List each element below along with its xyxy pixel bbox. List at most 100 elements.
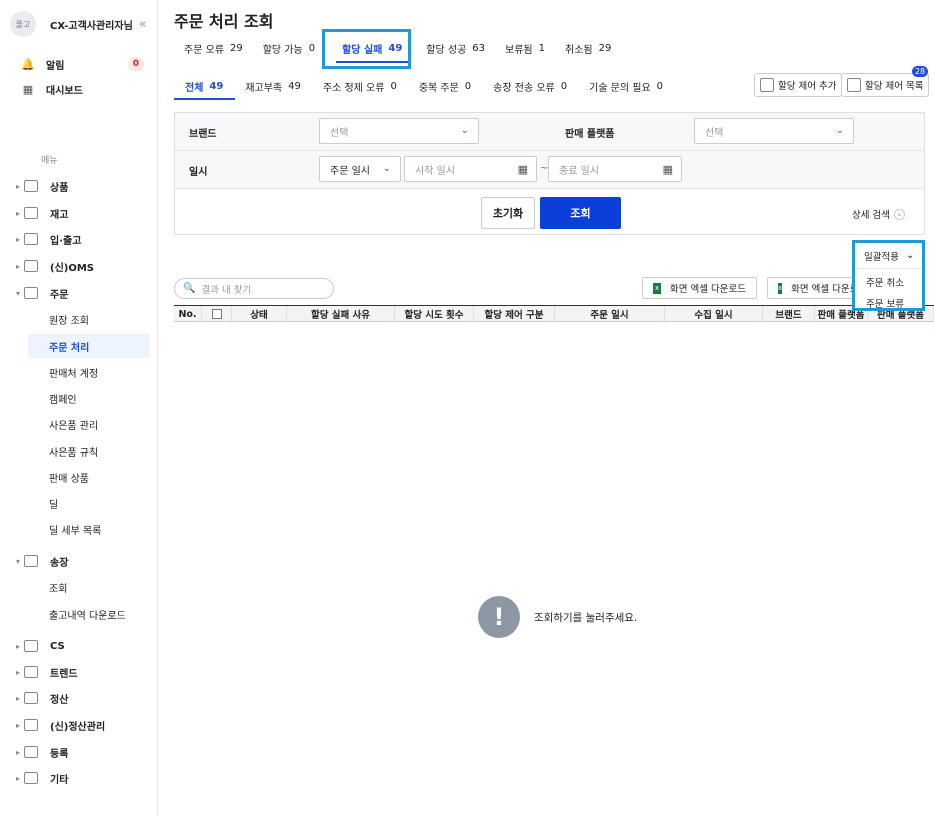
sidebar-item-products[interactable]: ▸ 상품 — [0, 175, 150, 197]
sidebar-subitem-seller-accounts[interactable]: 판매처 계정 — [28, 360, 150, 384]
chevron-down-icon: ⌄ — [893, 208, 905, 220]
tab-order-error[interactable]: 주문 오류 29 — [174, 38, 253, 58]
batch-option-hold-order[interactable]: 주문 보류 — [866, 296, 904, 310]
filter-row-date: 일시 주문 일시 ⌄ 시작 일시 ▦ ~ 종료 일시 ▦ — [175, 151, 924, 189]
sidebar-subitem-gift-management[interactable]: 사은품 관리 — [28, 412, 150, 436]
col-no: No. — [174, 306, 202, 321]
sidebar-subitem-shipment-download[interactable]: 출고내역 다운로드 — [28, 602, 150, 626]
sidebar-subitem-invoice-view[interactable]: 조회 — [28, 575, 150, 599]
subtab-tech-inquiry[interactable]: 기술 문의 필요 0 — [578, 76, 674, 96]
caret-down-icon: ▾ — [15, 288, 20, 298]
tab-on-hold[interactable]: 보류됨 1 — [495, 38, 555, 58]
tab-cancelled[interactable]: 취소됨 29 — [555, 38, 621, 58]
subtab-all[interactable]: 전체 49 — [174, 76, 234, 96]
sidebar-subitem-sales-products[interactable]: 판매 상품 — [28, 465, 150, 489]
subtab-label: 기술 문의 필요 — [589, 82, 651, 94]
col-select-all[interactable] — [202, 306, 232, 321]
user-header: 풀고 CX-고객사관리자님 « — [10, 11, 150, 37]
collapse-icon[interactable]: « — [139, 17, 147, 32]
search-button[interactable]: 조회 — [540, 197, 621, 229]
select-placeholder: 선택 — [705, 127, 724, 139]
subtab-count: 49 — [288, 80, 301, 92]
calendar-icon[interactable]: ▦ — [663, 163, 673, 176]
col-fail-reason: 할당 실패 사유 — [287, 306, 395, 321]
batch-option-cancel-order[interactable]: 주문 취소 — [866, 275, 904, 289]
sidebar-subitem-deal[interactable]: 딜 — [28, 491, 150, 515]
sidebar-item-inbound-outbound[interactable]: ▸ 입·출고 — [0, 228, 150, 250]
gear-icon — [24, 772, 38, 784]
pencil-icon — [24, 746, 38, 758]
sidebar-item-trend[interactable]: ▸ 트렌드 — [0, 661, 150, 683]
platform-select[interactable]: 선택 ⌄ — [694, 118, 854, 144]
sidebar-item-label: 대시보드 — [46, 85, 83, 97]
person-icon — [24, 640, 38, 652]
reset-button[interactable]: 초기화 — [481, 197, 535, 229]
subtab-duplicate-order[interactable]: 중복 주문 0 — [408, 76, 482, 96]
invoice-icon — [24, 555, 38, 567]
sidebar-item-orders[interactable]: ▾ 주문 — [0, 282, 150, 304]
sidebar-item-dashboard[interactable]: ▦ 대시보드 — [0, 78, 150, 100]
subtab-label: 전체 — [185, 82, 204, 94]
sidebar-subitem-ledger[interactable]: 원장 조회 — [28, 307, 150, 331]
subtab-label: 송장 전송 오류 — [493, 82, 555, 94]
advanced-search-toggle[interactable]: 상세 검색 ⌄ — [852, 207, 905, 221]
sidebar-item-cs[interactable]: ▸ CS — [0, 635, 150, 657]
add-exclusion-button[interactable]: 할당 제어 추가 — [754, 73, 843, 97]
sidebar-subitem-campaign[interactable]: 캠페인 — [28, 386, 150, 410]
subtab-invoice-error[interactable]: 송장 전송 오류 0 — [482, 76, 578, 96]
date-type-select[interactable]: 주문 일시 ⌄ — [319, 156, 401, 182]
tab-label: 할당 가능 — [262, 44, 303, 56]
won-icon — [24, 719, 38, 731]
sidebar-item-settlement[interactable]: ▸ 정산 — [0, 687, 150, 709]
tab-label: 주문 오류 — [184, 44, 224, 56]
button-label: 할당 제어 목록 — [865, 81, 924, 92]
sidebar-item-invoice[interactable]: ▾ 송장 — [0, 550, 150, 572]
sidebar-item-label: 트렌드 — [50, 668, 78, 680]
subtab-out-of-stock[interactable]: 재고부족 49 — [234, 76, 312, 96]
bell-icon: 🔔 — [21, 57, 35, 71]
tab-count: 63 — [472, 42, 486, 54]
end-date-input[interactable]: 종료 일시 ▦ — [548, 156, 682, 182]
sidebar-item-label: 알림 — [46, 60, 65, 72]
platform-label: 판매 플랫폼 — [565, 129, 615, 140]
sidebar-item-new-settlement[interactable]: ▸ (신)정산관리 — [0, 714, 150, 736]
sidebar-subitem-order-processing[interactable]: 주문 처리 — [28, 334, 150, 358]
sidebar-subitem-deal-details[interactable]: 딜 세부 목록 — [28, 517, 150, 541]
search-icon: 🔍 — [183, 283, 196, 294]
tab-allocation-success[interactable]: 할당 성공 63 — [416, 38, 495, 58]
tab-label: 보류됨 — [505, 44, 533, 56]
sidebar-item-etc[interactable]: ▸ 기타 — [0, 767, 150, 789]
select-all-checkbox[interactable] — [211, 309, 222, 319]
excel-download-button[interactable]: x 화면 엑셀 다운로드 — [642, 277, 757, 299]
col-status: 상태 — [232, 306, 287, 321]
truck-icon — [24, 233, 38, 245]
sidebar-item-new-oms[interactable]: ▸ (신)OMS — [0, 255, 150, 277]
batch-action-dropdown[interactable]: 일괄적용 ⌄ 주문 취소 주문 보류 — [852, 240, 925, 311]
sidebar-item-register[interactable]: ▸ 등록 — [0, 741, 150, 763]
sidebar-item-label: 정산 — [50, 694, 69, 706]
user-title: CX-고객사관리자님 — [50, 20, 133, 32]
start-date-input[interactable]: 시작 일시 ▦ — [404, 156, 537, 182]
oms-icon — [24, 260, 38, 272]
result-search-input[interactable]: 🔍 결과 내 찾기 — [174, 278, 334, 299]
calendar-icon[interactable]: ▦ — [518, 163, 528, 176]
subtab-count: 0 — [464, 80, 472, 92]
sidebar-item-alerts[interactable]: 🔔 알림 0 — [0, 53, 150, 75]
empty-state: ! 조회하기를 눌러주세요. — [478, 596, 637, 638]
brand-select[interactable]: 선택 ⌄ — [319, 118, 479, 144]
dashboard-icon: ▦ — [22, 82, 34, 96]
subtab-address-error[interactable]: 주소 정제 오류 0 — [312, 76, 408, 96]
batch-action-toggle[interactable]: 일괄적용 ⌄ — [855, 243, 922, 269]
tab-label: 할당 성공 — [426, 44, 467, 56]
caret-right-icon: ▸ — [15, 720, 20, 730]
col-brand: 브랜드 — [763, 306, 815, 321]
excel-download-button-2[interactable]: x 화면 엑셀 다운로드 — [767, 277, 859, 299]
sidebar-item-label: 입·출고 — [50, 235, 82, 247]
sidebar-item-label: 재고 — [50, 209, 69, 221]
tab-allocatable[interactable]: 할당 가능 0 — [253, 38, 325, 58]
sidebar-subitem-gift-rules[interactable]: 사은품 규칙 — [28, 439, 150, 463]
sidebar-item-label: (신)OMS — [50, 262, 94, 274]
date-label: 일시 — [189, 167, 208, 178]
exclusion-count-badge: 28 — [912, 66, 928, 77]
sidebar-item-inventory[interactable]: ▸ 재고 — [0, 202, 150, 224]
